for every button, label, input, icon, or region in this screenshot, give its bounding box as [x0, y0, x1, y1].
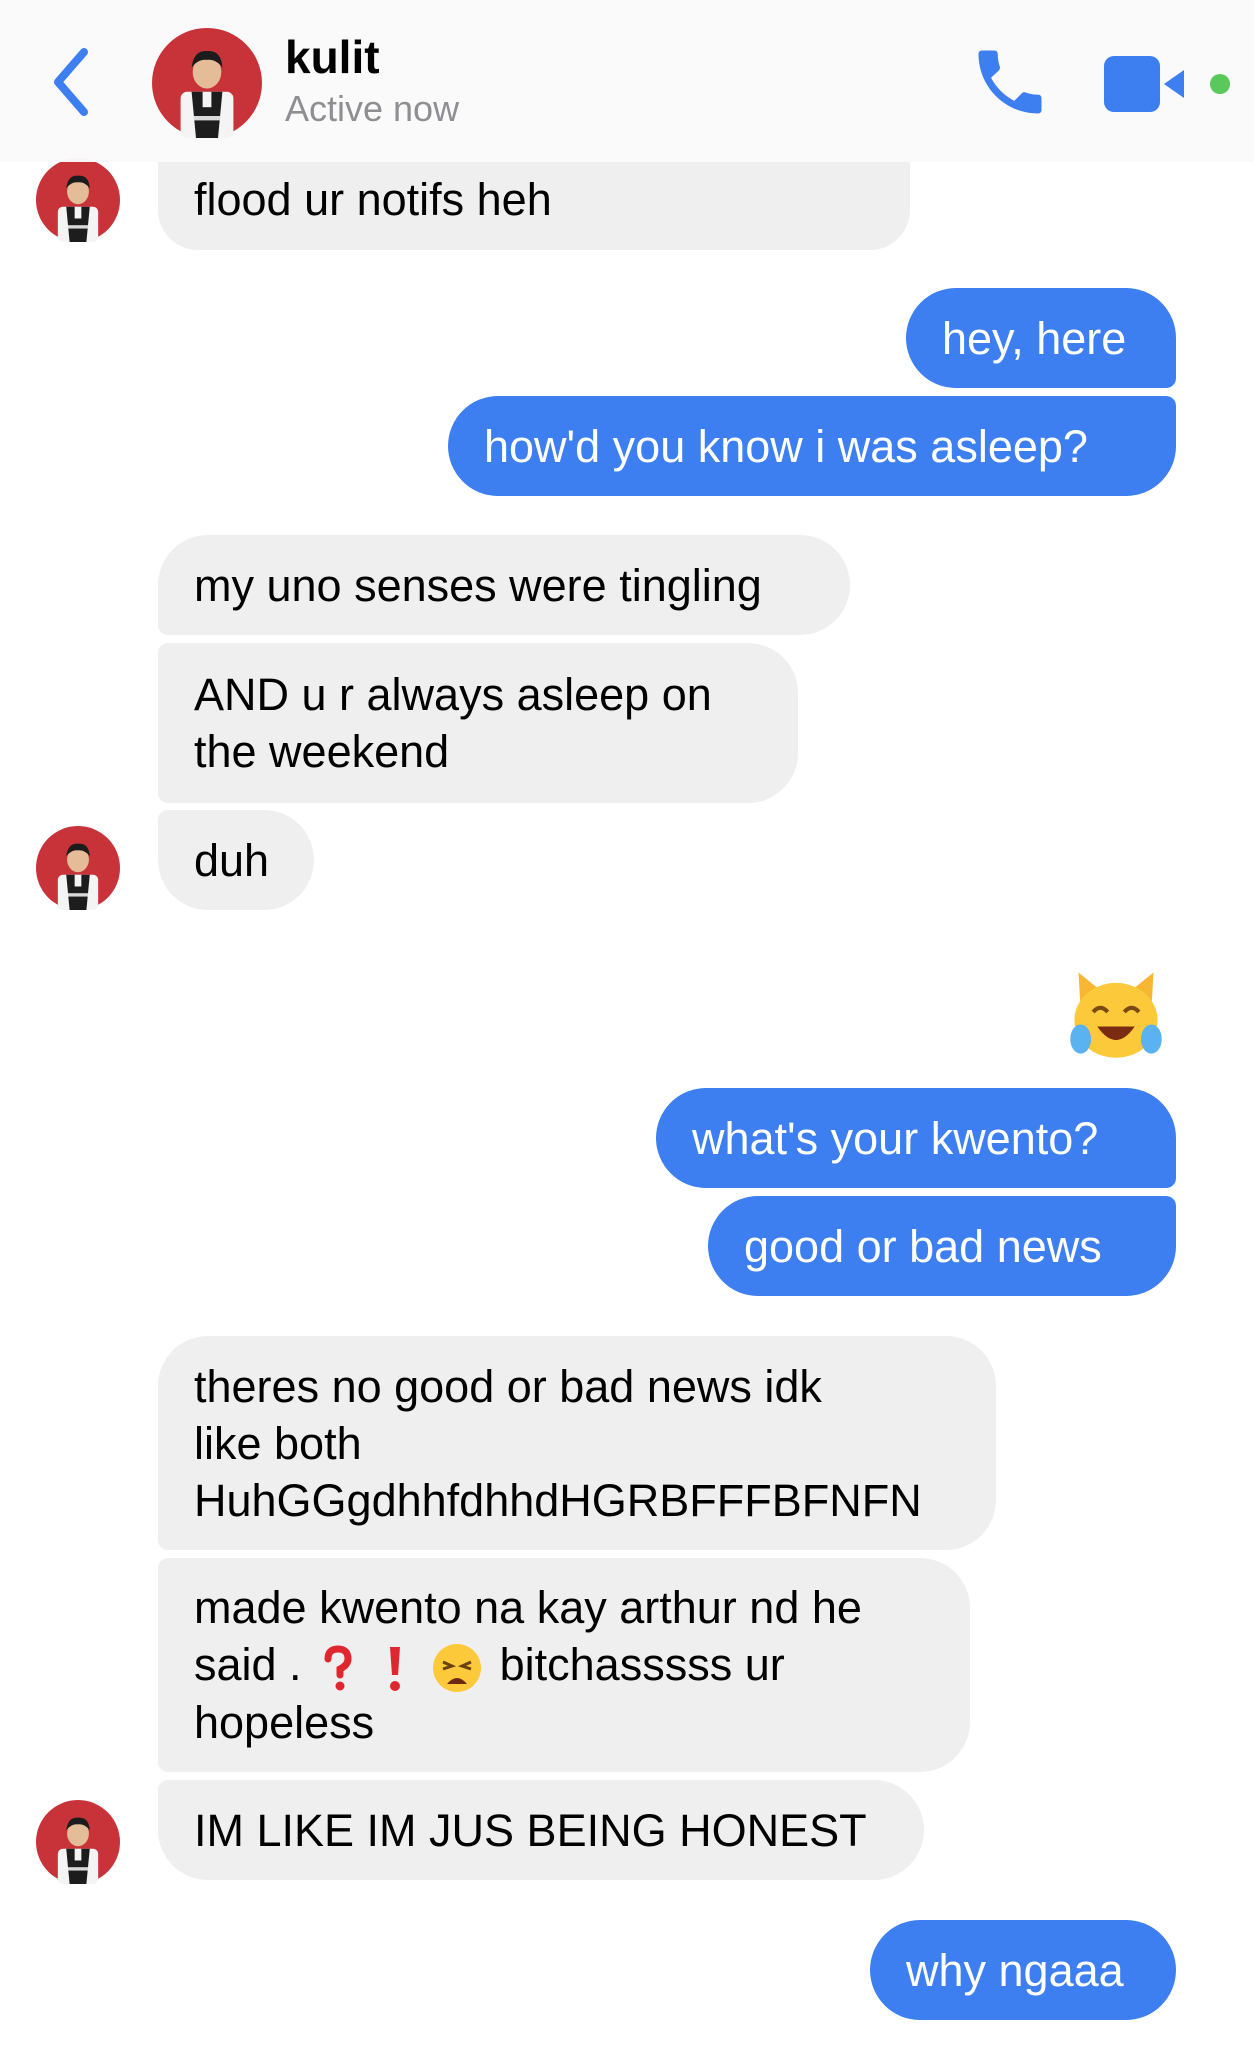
active-status: Active now: [285, 88, 460, 129]
red-exclamation-mark-emoji: [389, 1647, 400, 1692]
chevron-left-icon[interactable]: [44, 40, 104, 124]
incoming-message[interactable]: made kwento na kay arthur nd he said . b…: [158, 1558, 970, 1772]
message-text: my uno senses were tingling: [194, 559, 762, 611]
incoming-message[interactable]: theres no good or bad news idk like both…: [158, 1336, 996, 1550]
red-question-mark-emoji: [324, 1645, 352, 1691]
outgoing-message[interactable]: hey, here: [906, 288, 1176, 388]
message-text: said .: [194, 1638, 302, 1690]
avatar[interactable]: [36, 1800, 120, 1884]
message-text: like both: [194, 1417, 362, 1469]
incoming-message[interactable]: my uno senses were tingling: [158, 535, 850, 635]
message-text: what's your kwento?: [692, 1112, 1099, 1164]
cat-tears-of-joy-emoji[interactable]: [1064, 960, 1168, 1064]
message-text: hey, here: [942, 312, 1127, 364]
avatar[interactable]: [152, 28, 262, 138]
avatar[interactable]: [36, 826, 120, 910]
avatar[interactable]: [36, 158, 120, 242]
weary-face-emoji: [433, 1644, 482, 1693]
message-text: the weekend: [194, 726, 450, 777]
message-text: AND u r always asleep on: [194, 669, 712, 720]
outgoing-message[interactable]: why ngaaa: [870, 1920, 1176, 2020]
video-camera-icon[interactable]: [1104, 56, 1192, 112]
message-text: hopeless: [194, 1697, 375, 1749]
message-text: how'd you know i was asleep?: [484, 420, 1088, 472]
chat-header: kulit Active now: [0, 0, 1254, 162]
message-text: duh: [194, 834, 270, 886]
message-text: made kwento na kay arthur nd he: [194, 1581, 862, 1633]
phone-icon[interactable]: [968, 40, 1052, 124]
message-text: HuhGGgdhhfdhhdHGRBFFFBFNFN: [194, 1474, 922, 1526]
message-text: why ngaaa: [906, 1944, 1124, 1996]
online-indicator: [1210, 74, 1230, 94]
message-text: IM LIKE IM JUS BEING HONEST: [194, 1804, 867, 1856]
contact-name[interactable]: kulit: [285, 30, 380, 84]
outgoing-message[interactable]: what's your kwento?: [656, 1088, 1176, 1188]
outgoing-message[interactable]: how'd you know i was asleep?: [448, 396, 1176, 496]
incoming-message[interactable]: IM LIKE IM JUS BEING HONEST: [158, 1780, 924, 1880]
outgoing-message[interactable]: good or bad news: [708, 1196, 1176, 1296]
message-text: flood ur notifs heh: [194, 174, 552, 225]
incoming-message[interactable]: duh: [158, 810, 314, 910]
incoming-message[interactable]: AND u r always asleep on the weekend: [158, 643, 798, 803]
message-text: good or bad news: [744, 1220, 1102, 1272]
message-text: bitchasssss ur: [499, 1638, 785, 1690]
message-text: theres no good or bad news idk: [194, 1360, 822, 1412]
